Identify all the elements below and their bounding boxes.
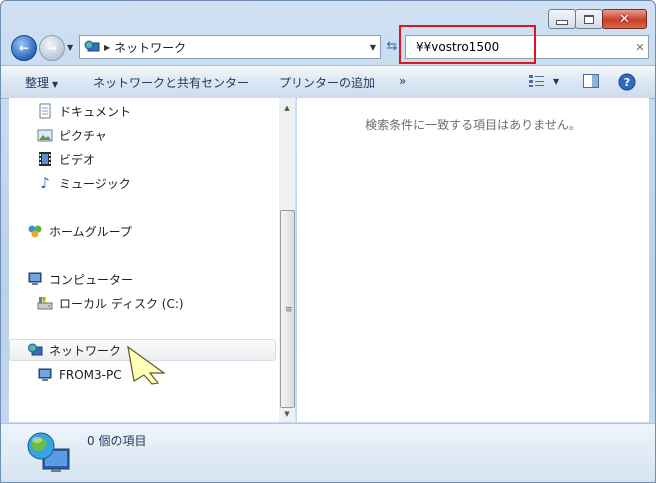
nav-label-videos: ビデオ bbox=[59, 152, 96, 167]
navigation-row: ← → ▼ ▶ ネットワーク ▼ ⇆ ✕ bbox=[9, 33, 649, 61]
minimize-button[interactable] bbox=[548, 9, 576, 29]
document-icon bbox=[39, 103, 51, 119]
explorer-window: ✕ ← → ▼ ▶ ネットワーク ▼ ⇆ ✕ 整理▼ ネットワークと共有センター… bbox=[0, 0, 656, 483]
preview-pane-icon bbox=[583, 74, 599, 88]
music-note-icon: ♪ bbox=[40, 174, 50, 192]
help-icon: ? bbox=[618, 73, 636, 91]
minimize-icon bbox=[556, 19, 568, 25]
nav-item-music[interactable]: ♪ ミュージック bbox=[37, 172, 131, 194]
organize-label: 整理 bbox=[25, 76, 50, 90]
disk-drive-icon bbox=[37, 297, 53, 310]
organize-dropdown-icon: ▼ bbox=[52, 80, 59, 89]
organize-button[interactable]: 整理 ▼ bbox=[25, 74, 58, 91]
help-button[interactable]: ? bbox=[618, 73, 636, 94]
scroll-down-icon[interactable]: ▼ bbox=[279, 406, 295, 422]
forward-arrow-icon: → bbox=[46, 41, 58, 55]
address-bar[interactable]: ▶ ネットワーク ▼ bbox=[79, 35, 381, 59]
computer-icon bbox=[38, 368, 52, 381]
nav-label-local-disk: ローカル ディスク (C:) bbox=[59, 296, 184, 311]
clear-search-icon[interactable]: ✕ bbox=[632, 41, 648, 54]
network-icon bbox=[84, 40, 100, 52]
mouse-cursor-icon bbox=[127, 345, 166, 385]
preview-pane-button[interactable] bbox=[583, 74, 599, 91]
nav-item-documents[interactable]: ドキュメント bbox=[37, 100, 131, 122]
computer-icon bbox=[28, 272, 42, 285]
svg-text:?: ? bbox=[624, 76, 630, 89]
nav-item-from3pc[interactable]: FROM3-PC bbox=[37, 364, 122, 386]
item-count-status: 0 個の項目 bbox=[87, 434, 147, 448]
pictures-icon bbox=[37, 129, 53, 142]
empty-results-message: 検索条件に一致する項目はありません。 bbox=[365, 118, 581, 132]
view-dropdown-icon[interactable]: ▼ bbox=[553, 77, 559, 86]
change-view-button[interactable] bbox=[529, 74, 545, 91]
command-bar: 整理 ▼ ネットワークと共有センター プリンターの追加 » ▼ ? bbox=[1, 65, 655, 99]
nav-item-computer[interactable]: コンピューター bbox=[27, 268, 133, 290]
video-icon bbox=[39, 152, 51, 166]
nav-label-network: ネットワーク bbox=[49, 343, 122, 358]
forward-button[interactable]: → bbox=[39, 35, 65, 61]
back-arrow-icon: ← bbox=[18, 41, 30, 55]
close-icon: ✕ bbox=[619, 11, 630, 27]
nav-label-computer: コンピューター bbox=[49, 272, 134, 287]
more-commands-button[interactable]: » bbox=[399, 74, 406, 88]
refresh-icon: ⇆ bbox=[386, 38, 398, 54]
address-location[interactable]: ネットワーク bbox=[114, 39, 366, 56]
maximize-icon bbox=[584, 14, 594, 24]
scroll-up-icon[interactable]: ▲ bbox=[279, 100, 295, 116]
nav-label-from3pc: FROM3-PC bbox=[59, 368, 122, 382]
maximize-button[interactable] bbox=[575, 9, 603, 29]
history-dropdown-icon[interactable]: ▼ bbox=[67, 43, 73, 52]
nav-item-videos[interactable]: ビデオ bbox=[37, 148, 95, 170]
scroll-grip-icon: ≡ bbox=[285, 305, 293, 315]
add-printer-button[interactable]: プリンターの追加 bbox=[279, 74, 375, 91]
network-icon bbox=[28, 343, 43, 356]
caption-buttons: ✕ bbox=[548, 9, 647, 29]
network-sharing-center-button[interactable]: ネットワークと共有センター bbox=[93, 74, 249, 91]
network-globe-icon bbox=[27, 432, 70, 472]
nav-scrollbar[interactable]: ▲ ≡ ▼ bbox=[279, 98, 295, 422]
nav-label-documents: ドキュメント bbox=[59, 104, 132, 119]
address-dropdown-icon[interactable]: ▼ bbox=[366, 43, 380, 52]
details-pane: 0 個の項目 bbox=[1, 423, 655, 482]
scroll-thumb[interactable]: ≡ bbox=[280, 210, 295, 408]
breadcrumb-separator-icon[interactable]: ▶ bbox=[104, 43, 110, 52]
homegroup-icon bbox=[28, 225, 42, 238]
nav-label-music: ミュージック bbox=[59, 176, 131, 191]
view-list-icon bbox=[529, 75, 544, 87]
highlight-annotation bbox=[399, 25, 536, 64]
nav-item-local-disk[interactable]: ローカル ディスク (C:) bbox=[37, 292, 184, 314]
nav-label-homegroup: ホームグループ bbox=[49, 224, 132, 239]
back-button[interactable]: ← bbox=[11, 35, 37, 61]
close-button[interactable]: ✕ bbox=[602, 9, 647, 29]
nav-item-pictures[interactable]: ピクチャ bbox=[37, 124, 107, 146]
content-area[interactable]: 検索条件に一致する項目はありません。 bbox=[297, 98, 649, 422]
nav-label-pictures: ピクチャ bbox=[59, 128, 107, 143]
nav-item-homegroup[interactable]: ホームグループ bbox=[27, 220, 132, 242]
